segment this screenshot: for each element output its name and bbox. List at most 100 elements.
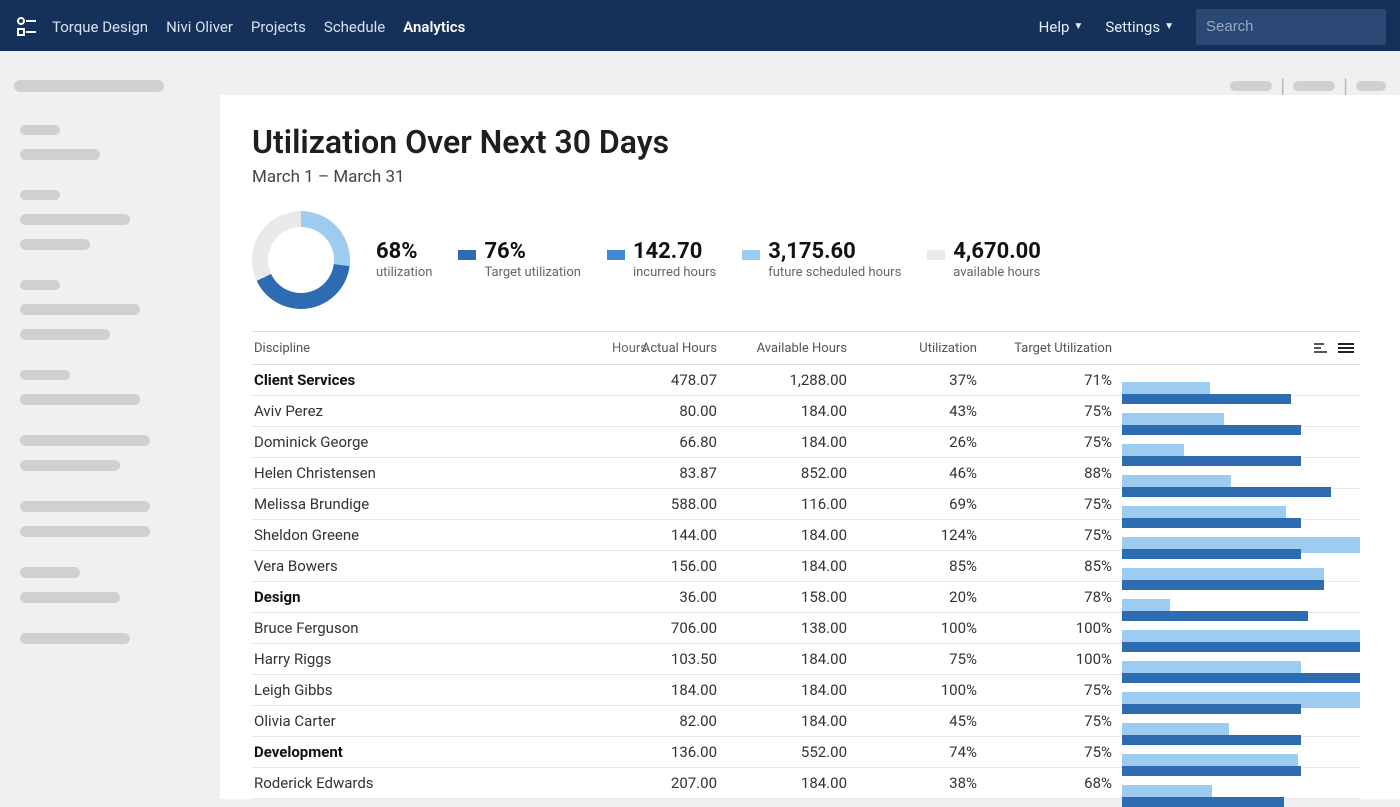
swatch-icon (742, 250, 760, 260)
cell-target: 75% (987, 526, 1122, 544)
app-logo-icon[interactable] (14, 15, 38, 39)
cell-available: 552.00 (727, 743, 857, 761)
cell-target: 100% (987, 619, 1122, 637)
cell-name: Aviv Perez (252, 402, 597, 420)
cell-target: 75% (987, 433, 1122, 451)
metric-value: 68% (376, 240, 432, 264)
cell-target: 68% (987, 774, 1122, 792)
nav-projects[interactable]: Projects (251, 18, 306, 36)
cell-name: Melissa Brundige (252, 495, 597, 513)
cell-target: 85% (987, 557, 1122, 575)
nav-schedule[interactable]: Schedule (324, 18, 385, 36)
cell-available: 158.00 (727, 588, 857, 606)
cell-target: 75% (987, 743, 1122, 761)
view-bars-icon[interactable] (1314, 342, 1330, 354)
swatch-icon (607, 250, 625, 260)
skeleton-bar (20, 394, 140, 405)
skeleton-bar (20, 592, 120, 603)
cell-utilization: 26% (857, 433, 987, 451)
metric-available: 4,670.00 available hours (927, 240, 1041, 279)
metric-label: utilization (376, 265, 432, 280)
cell-available: 184.00 (727, 402, 857, 420)
cell-target: 75% (987, 495, 1122, 513)
col-available-hours[interactable]: Available Hours (727, 341, 857, 356)
skeleton-bar (20, 239, 90, 250)
cell-actual: 478.07 (597, 371, 727, 389)
cell-name: Client Services (252, 371, 597, 389)
cell-actual: 588.00 (597, 495, 727, 513)
cell-utilization: 20% (857, 588, 987, 606)
cell-target: 88% (987, 464, 1122, 482)
cell-utilization: 46% (857, 464, 987, 482)
cell-available: 852.00 (727, 464, 857, 482)
cell-name: Development (252, 743, 597, 761)
swatch-icon (927, 250, 945, 260)
nav-nivi-oliver[interactable]: Nivi Oliver (166, 18, 233, 36)
cell-name: Harry Riggs (252, 650, 597, 668)
metric-future: 3,175.60 future scheduled hours (742, 240, 901, 279)
help-label: Help (1039, 18, 1070, 36)
cell-actual: 83.87 (597, 464, 727, 482)
cell-actual: 36.00 (597, 588, 727, 606)
cell-utilization: 85% (857, 557, 987, 575)
skeleton-bar (20, 633, 130, 644)
cell-name: Vera Bowers (252, 557, 597, 575)
cell-target: 78% (987, 588, 1122, 606)
cell-utilization: 43% (857, 402, 987, 420)
help-dropdown[interactable]: Help▼ (1039, 18, 1084, 36)
metric-value: 76% (484, 240, 581, 264)
skeleton-bar (20, 304, 140, 315)
table-row[interactable]: Client Services478.071,288.0037%71% (252, 365, 1360, 396)
chevron-down-icon: ▼ (1073, 21, 1083, 32)
skeleton-bar (20, 214, 130, 225)
summary-row: 68% utilization 76% Target utilization 1… (252, 211, 1360, 309)
view-list-icon[interactable] (1338, 342, 1354, 354)
cell-utilization: 74% (857, 743, 987, 761)
nav-torque-design[interactable]: Torque Design (52, 18, 148, 36)
metric-utilization: 68% utilization (376, 240, 432, 279)
skeleton-bar (20, 370, 70, 380)
skeleton-bar (20, 280, 60, 290)
cell-name: Sheldon Greene (252, 526, 597, 544)
cell-available: 184.00 (727, 774, 857, 792)
cell-available: 184.00 (727, 681, 857, 699)
metric-value: 4,670.00 (953, 240, 1041, 264)
cell-utilization: 124% (857, 526, 987, 544)
sidebar (0, 91, 220, 799)
cell-target: 75% (987, 402, 1122, 420)
settings-dropdown[interactable]: Settings▼ (1105, 18, 1174, 36)
search-box[interactable] (1196, 9, 1386, 45)
cell-utilization: 100% (857, 619, 987, 637)
col-target-utilization[interactable]: Target Utilization (987, 341, 1122, 356)
cell-target: 75% (987, 681, 1122, 699)
col-utilization[interactable]: Utilization (857, 341, 987, 356)
cell-actual: 156.00 (597, 557, 727, 575)
cell-target: 100% (987, 650, 1122, 668)
cell-name: Leigh Gibbs (252, 681, 597, 699)
settings-label: Settings (1105, 18, 1160, 36)
cell-available: 116.00 (727, 495, 857, 513)
swatch-icon (458, 250, 476, 260)
cell-utilization: 100% (857, 681, 987, 699)
nav-analytics[interactable]: Analytics (403, 18, 465, 36)
skeleton-bar (20, 125, 60, 135)
metric-label: available hours (953, 265, 1041, 280)
cell-target: 71% (987, 371, 1122, 389)
table-header: Discipline Hours Actual Hours Available … (252, 331, 1360, 365)
cell-name: Roderick Edwards (252, 774, 597, 792)
skeleton-bar (1356, 81, 1386, 91)
col-discipline[interactable]: Discipline (254, 341, 310, 356)
search-input[interactable] (1206, 18, 1376, 35)
utilization-table: Discipline Hours Actual Hours Available … (252, 331, 1360, 799)
cell-available: 184.00 (727, 557, 857, 575)
skeleton-bar (20, 460, 120, 471)
page-title: Utilization Over Next 30 Days (252, 123, 1360, 161)
skeleton-bar (20, 435, 150, 446)
cell-name: Dominick George (252, 433, 597, 451)
main-content: Utilization Over Next 30 Days March 1 – … (220, 95, 1400, 799)
cell-utilization: 37% (857, 371, 987, 389)
cell-actual: 136.00 (597, 743, 727, 761)
cell-actual: 207.00 (597, 774, 727, 792)
metric-value: 142.70 (633, 240, 716, 264)
skeleton-bar (20, 190, 60, 200)
